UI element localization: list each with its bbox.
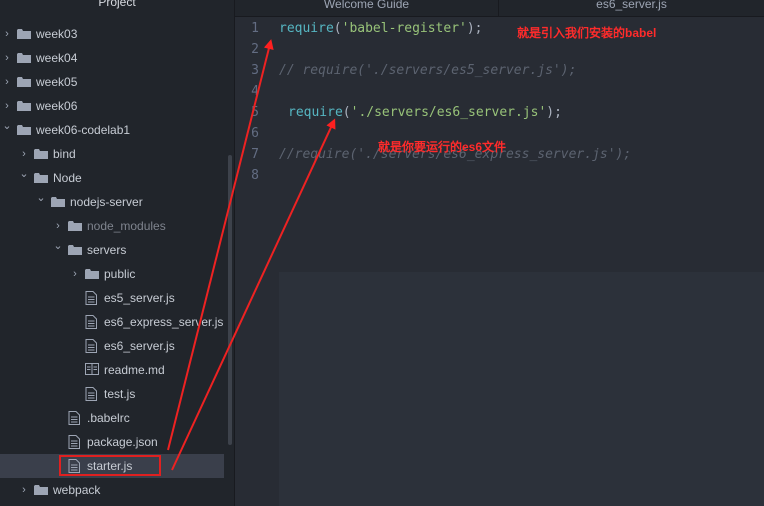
file-icon bbox=[85, 339, 97, 353]
file-icon bbox=[68, 411, 80, 425]
line-number: 5 bbox=[251, 105, 259, 120]
tree-item-label: servers bbox=[87, 243, 127, 257]
tree-item-webpack[interactable]: › webpack bbox=[0, 478, 224, 502]
file-icon bbox=[68, 459, 80, 473]
tree-item-test-js[interactable]: test.js bbox=[0, 382, 224, 406]
tab-bar: Welcome Guide es6_server.js bbox=[235, 0, 764, 17]
code-token-string: 'babel-register' bbox=[341, 21, 467, 36]
tree-item-label: week04 bbox=[36, 51, 78, 65]
tree-item-babelrc[interactable]: .babelrc bbox=[0, 406, 224, 430]
tree-item-node[interactable]: ⌄ Node bbox=[0, 166, 224, 190]
tree-item-label: test.js bbox=[104, 387, 136, 401]
tree-item-label: es6_express_server.js bbox=[104, 315, 224, 329]
code-token-paren: ( bbox=[333, 21, 342, 36]
file-icon bbox=[68, 435, 80, 449]
tree-item-node-modules[interactable]: › node_modules bbox=[0, 214, 224, 238]
code-token-close: ); bbox=[546, 105, 562, 120]
line-number: 7 bbox=[251, 147, 259, 162]
file-icon bbox=[85, 291, 97, 305]
tree-item-week05[interactable]: › week05 bbox=[0, 70, 224, 94]
tree-item-es6-server-js[interactable]: es6_server.js bbox=[0, 334, 224, 358]
code-token-string: './servers/es6_server.js' bbox=[350, 105, 547, 120]
code-token-close: ); bbox=[466, 21, 483, 36]
tree-item-bind[interactable]: › bind bbox=[0, 142, 224, 166]
tree-item-label: nodejs-server bbox=[70, 195, 143, 209]
tree-item-week06[interactable]: › week06 bbox=[0, 94, 224, 118]
folder-icon bbox=[17, 29, 31, 39]
tree-item-nodejs-server[interactable]: ⌄ nodejs-server bbox=[0, 190, 224, 214]
tree-item-label: week03 bbox=[36, 27, 78, 41]
tab-es6-server[interactable]: es6_server.js bbox=[499, 0, 764, 16]
folder-icon bbox=[85, 269, 99, 279]
chevron-right-icon[interactable]: › bbox=[2, 22, 12, 46]
tree-item-public[interactable]: › public bbox=[0, 262, 224, 286]
editor-empty-area bbox=[279, 272, 764, 506]
tree-item-es6-express-server-js[interactable]: es6_express_server.js bbox=[0, 310, 224, 334]
line-number: 1 bbox=[251, 21, 259, 36]
tree-item-label: bind bbox=[53, 147, 76, 161]
editor-pane: Welcome Guide es6_server.js 1 2 3 4 5 6 … bbox=[235, 0, 764, 506]
tree-item-label: webpack bbox=[53, 483, 101, 497]
folder-icon bbox=[17, 53, 31, 63]
line-number: 2 bbox=[251, 42, 259, 57]
file-icon bbox=[85, 387, 97, 401]
chevron-down-icon[interactable]: ⌄ bbox=[53, 234, 63, 258]
folder-icon bbox=[34, 173, 48, 183]
tab-welcome-guide[interactable]: Welcome Guide bbox=[235, 0, 499, 16]
chevron-down-icon[interactable]: ⌄ bbox=[2, 114, 12, 138]
code-line-5[interactable]: require('./servers/es6_server.js'); bbox=[288, 102, 562, 123]
code-token-function: require bbox=[288, 105, 343, 120]
folder-icon bbox=[68, 221, 82, 231]
tree-item-label: starter.js bbox=[87, 459, 133, 473]
project-panel-title: Project bbox=[98, 0, 136, 9]
code-line-1[interactable]: require('babel-register'); bbox=[279, 18, 483, 39]
folder-icon bbox=[51, 197, 65, 207]
folder-icon bbox=[34, 485, 48, 495]
code-token-paren: ( bbox=[342, 105, 351, 120]
chevron-right-icon[interactable]: › bbox=[2, 46, 12, 70]
folder-icon bbox=[17, 101, 31, 111]
code-line-3[interactable]: // require('./servers/es5_server.js'); bbox=[279, 60, 576, 81]
folder-icon bbox=[17, 125, 31, 135]
tree-item-week06-codelab1[interactable]: ⌄ week06-codelab1 bbox=[0, 118, 224, 142]
tree-item-label: es5_server.js bbox=[104, 291, 175, 305]
chevron-down-icon[interactable]: ⌄ bbox=[19, 162, 29, 186]
tree-item-readme-md[interactable]: readme.md bbox=[0, 358, 224, 382]
annotation-es6-note: 就是你要运行的es6文件 bbox=[378, 140, 507, 154]
tree-item-label: node_modules bbox=[87, 219, 166, 233]
line-number: 4 bbox=[251, 84, 259, 99]
tree-item-label: week05 bbox=[36, 75, 78, 89]
tree-item-label: package.json bbox=[87, 435, 158, 449]
tree-item-label: week06-codelab1 bbox=[36, 123, 131, 137]
tree-item-week04[interactable]: › week04 bbox=[0, 46, 224, 70]
tree-item-label: Node bbox=[53, 171, 82, 185]
folder-icon bbox=[34, 149, 48, 159]
sidebar-scrollbar[interactable] bbox=[228, 155, 232, 445]
tree-item-label: public bbox=[104, 267, 136, 281]
chevron-right-icon[interactable]: › bbox=[2, 70, 12, 94]
tree-item-label: readme.md bbox=[104, 363, 165, 377]
tree-item-label: .babelrc bbox=[87, 411, 130, 425]
tree-item-label: es6_server.js bbox=[104, 339, 175, 353]
line-number: 6 bbox=[251, 126, 259, 141]
tree-item-package-json[interactable]: package.json bbox=[0, 430, 224, 454]
folder-icon bbox=[17, 77, 31, 87]
code-token-function: require bbox=[279, 21, 334, 36]
chevron-right-icon[interactable]: › bbox=[70, 262, 80, 286]
file-icon bbox=[85, 315, 97, 329]
tree-item-es5-server-js[interactable]: es5_server.js bbox=[0, 286, 224, 310]
markdown-icon bbox=[85, 363, 99, 377]
line-number: 8 bbox=[251, 168, 259, 183]
chevron-down-icon[interactable]: ⌄ bbox=[36, 186, 46, 210]
annotation-babel-note: 就是引入我们安装的babel bbox=[517, 26, 657, 40]
line-number: 3 bbox=[251, 63, 259, 78]
tree-item-starter-js[interactable]: starter.js bbox=[0, 454, 224, 478]
tree-item-label: week06 bbox=[36, 99, 78, 113]
project-tree-panel: Project › week03 › week04 › week05 › week06 ⌄ wee… bbox=[0, 0, 235, 506]
tree-item-servers[interactable]: ⌄ servers bbox=[0, 238, 224, 262]
chevron-right-icon[interactable]: › bbox=[19, 478, 29, 502]
tree-item-week03[interactable]: › week03 bbox=[0, 22, 224, 46]
folder-icon bbox=[68, 245, 82, 255]
editor-window: Project › week03 › week04 › week05 › week06 ⌄ wee… bbox=[0, 0, 764, 506]
